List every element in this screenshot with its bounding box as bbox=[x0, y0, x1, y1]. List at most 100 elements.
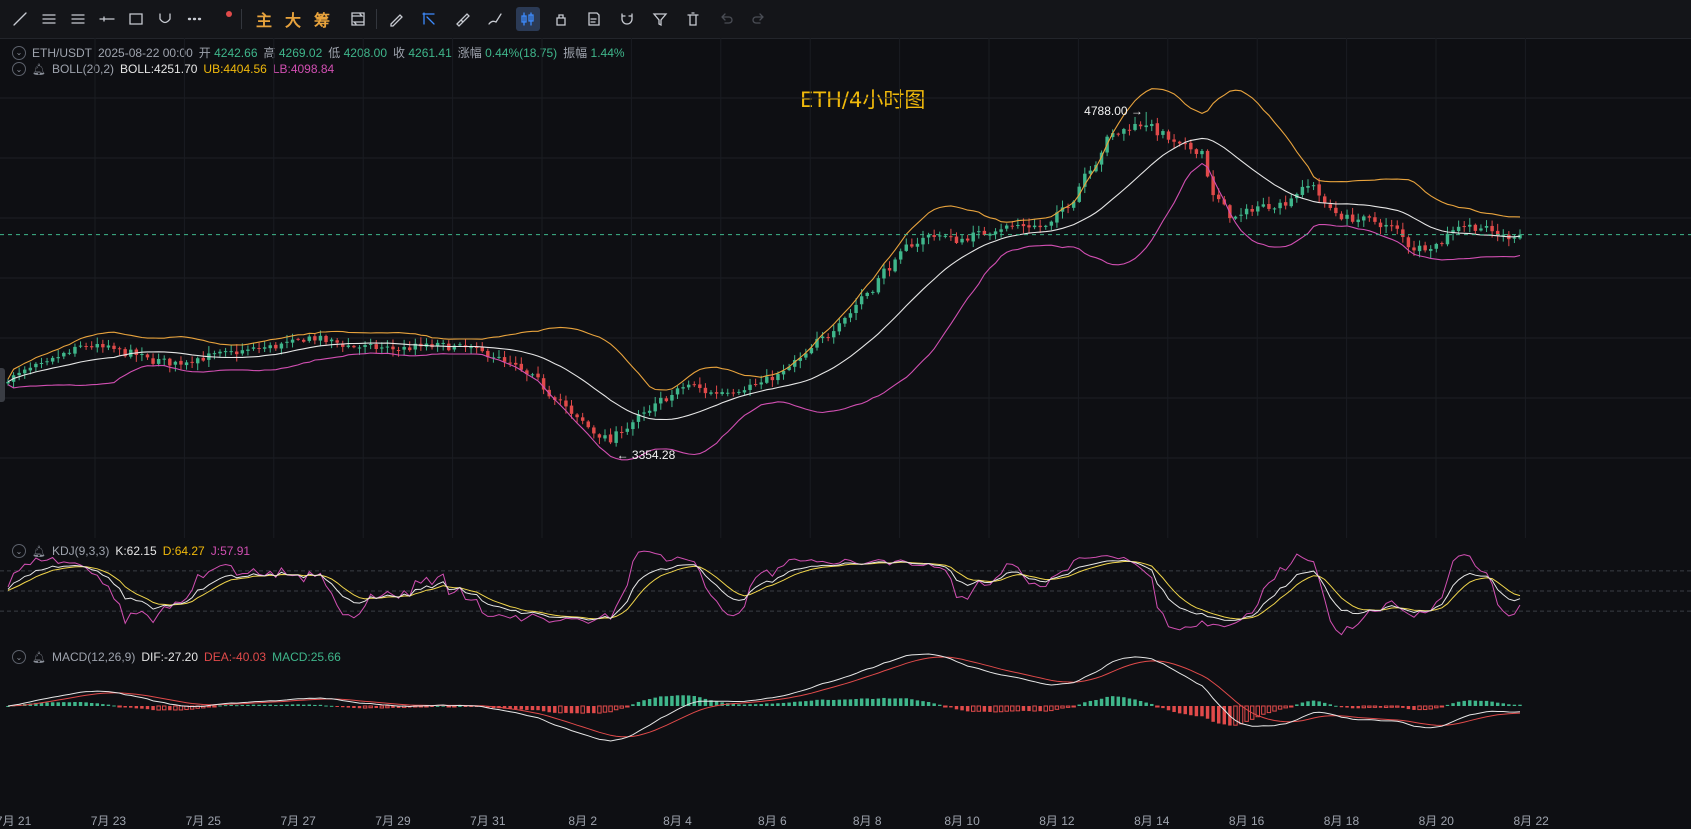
macd-histogram-bar bbox=[1383, 705, 1389, 709]
filter-icon bbox=[652, 13, 668, 27]
macd-histogram-bar bbox=[1083, 702, 1087, 706]
candle-body bbox=[1166, 131, 1171, 140]
macd-histogram-bar bbox=[268, 704, 272, 706]
candle-body bbox=[1155, 123, 1160, 136]
candle bbox=[73, 343, 77, 357]
candle-body bbox=[1122, 129, 1126, 134]
trend-line-tool-button[interactable] bbox=[8, 7, 32, 31]
macd-histogram-bar bbox=[871, 698, 875, 706]
candle-body bbox=[971, 232, 975, 242]
candle-body bbox=[84, 346, 88, 348]
candle-body bbox=[536, 373, 540, 378]
candle-body bbox=[1456, 226, 1461, 232]
candle-body bbox=[45, 361, 49, 363]
candle-body bbox=[296, 338, 300, 340]
undo-tool-button[interactable] bbox=[714, 7, 738, 31]
candle bbox=[910, 238, 914, 249]
candle bbox=[1507, 231, 1511, 247]
candle-body bbox=[1172, 139, 1176, 142]
lock-tool-button[interactable] bbox=[549, 7, 573, 31]
candle-body bbox=[1144, 125, 1148, 128]
magnet-tool-button[interactable] bbox=[615, 7, 639, 31]
price-grid bbox=[0, 38, 1691, 538]
candle-body bbox=[843, 317, 847, 324]
macd-histogram-bar bbox=[1434, 705, 1439, 709]
kdj-d-line bbox=[7, 560, 1521, 620]
kdj-chart[interactable] bbox=[0, 538, 1691, 644]
candle-body bbox=[592, 427, 596, 434]
candle-body bbox=[1038, 225, 1042, 228]
rectangle-tool-button[interactable] bbox=[124, 7, 148, 31]
brush-tool-button[interactable] bbox=[483, 7, 507, 31]
candle bbox=[1239, 208, 1243, 223]
candle bbox=[134, 347, 139, 362]
high-price-marker: 4788.00 → bbox=[1084, 104, 1143, 118]
macd-histogram-bar bbox=[993, 705, 998, 713]
more-tools-tool-button[interactable] bbox=[182, 7, 206, 31]
candle-body bbox=[502, 357, 507, 362]
pen-edit-tool-button[interactable] bbox=[384, 7, 408, 31]
candle-body bbox=[1311, 185, 1316, 187]
candle-body bbox=[1473, 224, 1478, 231]
macd-histogram-bar bbox=[1295, 704, 1299, 706]
candle-body bbox=[184, 362, 189, 366]
horizontal-ray-tool-button[interactable] bbox=[95, 7, 119, 31]
candle-body bbox=[1479, 228, 1483, 231]
macd-histogram-bar bbox=[586, 706, 590, 714]
candle bbox=[1300, 180, 1305, 198]
candle-body bbox=[145, 354, 150, 358]
ruler-tool-button[interactable] bbox=[450, 7, 474, 31]
price-chart[interactable] bbox=[0, 38, 1691, 538]
note-tool-button[interactable] bbox=[582, 7, 606, 31]
macd-histogram-bar bbox=[1389, 705, 1394, 708]
candle-body bbox=[1373, 217, 1377, 222]
macd-chart[interactable] bbox=[0, 644, 1691, 812]
filter-tool-button[interactable] bbox=[648, 7, 672, 31]
macd-histogram-bar bbox=[1065, 705, 1071, 708]
macd-histogram-bar bbox=[876, 698, 881, 706]
candle bbox=[486, 348, 490, 362]
macd-histogram-bar bbox=[965, 706, 970, 712]
candle bbox=[1345, 209, 1349, 226]
boll-upper-line bbox=[7, 88, 1521, 391]
parallel-channel-tool-button[interactable] bbox=[66, 7, 90, 31]
candlestick-tool-button[interactable] bbox=[516, 7, 540, 31]
macd-histogram-bar bbox=[530, 706, 535, 711]
candle bbox=[664, 396, 669, 403]
sync-tool-button[interactable] bbox=[346, 7, 370, 31]
horizontal-lines-tool-button[interactable] bbox=[37, 7, 61, 31]
macd-histogram-bar bbox=[1289, 705, 1294, 708]
candle bbox=[1044, 224, 1048, 230]
redo-tool-button[interactable] bbox=[747, 7, 771, 31]
candle-body bbox=[558, 399, 563, 401]
candle bbox=[826, 333, 830, 342]
candle bbox=[781, 364, 786, 380]
panel-resize-handle[interactable] bbox=[0, 368, 5, 402]
candle-body bbox=[1272, 208, 1277, 210]
macd-histogram-bar bbox=[1406, 706, 1411, 710]
candle bbox=[580, 412, 585, 425]
macd-histogram-bar bbox=[804, 701, 808, 706]
candle bbox=[921, 230, 925, 252]
indicator-button-2[interactable]: 筹 bbox=[310, 7, 334, 31]
candle-body bbox=[703, 387, 708, 394]
trash-tool-button[interactable] bbox=[681, 7, 705, 31]
macd-histogram-bar bbox=[78, 702, 83, 706]
candle bbox=[313, 333, 317, 345]
candle bbox=[614, 426, 618, 447]
macd-histogram-bar bbox=[50, 702, 55, 706]
candle bbox=[67, 349, 72, 356]
curve-tool-button[interactable] bbox=[153, 7, 177, 31]
candle bbox=[452, 343, 457, 352]
candle bbox=[1362, 214, 1366, 227]
x-axis-tick-label: 8月 8 bbox=[852, 814, 882, 828]
indicator-button-0[interactable]: 主 bbox=[252, 7, 276, 31]
candle bbox=[11, 372, 16, 388]
candle bbox=[84, 342, 88, 350]
macd-histogram-bar bbox=[435, 705, 440, 707]
indicator-button-1[interactable]: 大 bbox=[281, 7, 305, 31]
select-cursor-tool-button[interactable] bbox=[417, 7, 441, 31]
candle-body bbox=[307, 336, 312, 341]
macd-histogram-bar bbox=[134, 706, 139, 709]
macd-histogram-bar bbox=[1484, 700, 1489, 706]
